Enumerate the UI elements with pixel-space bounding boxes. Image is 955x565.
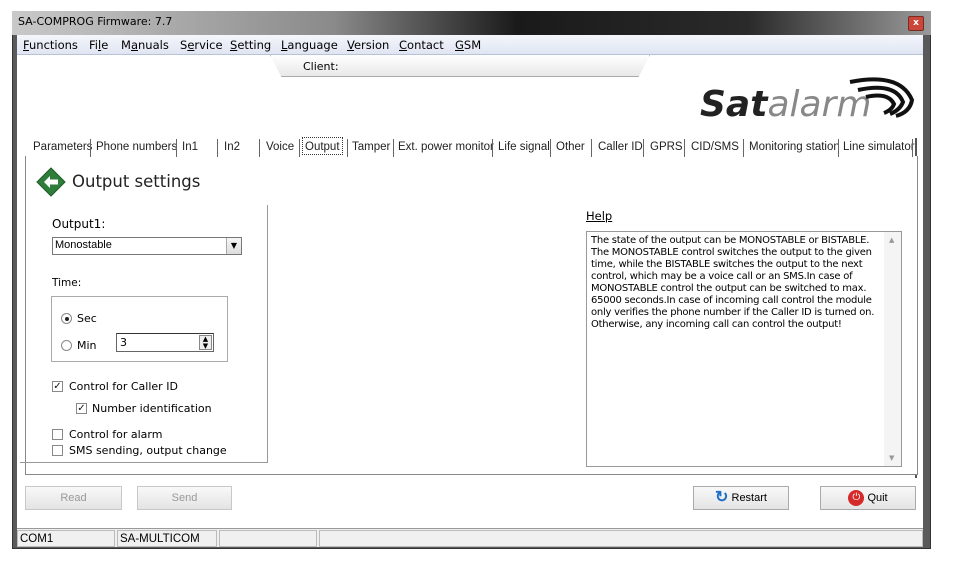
checkbox-control-alarm-label: Control for alarm: [69, 428, 163, 441]
checkbox-control-alarm[interactable]: [52, 429, 63, 440]
status-bar: COM1 SA-MULTICOM: [17, 528, 923, 547]
tab-voice[interactable]: Voice: [266, 138, 294, 157]
quit-button[interactable]: ⏻ Quit: [820, 486, 916, 510]
checkbox-sms-sending[interactable]: [52, 445, 63, 456]
tab-in2[interactable]: In2: [224, 138, 240, 157]
scroll-down-icon[interactable]: ▼: [889, 454, 894, 462]
status-cell-4: [319, 530, 923, 547]
checkbox-control-caller-id-label: Control for Caller ID: [69, 380, 178, 393]
tab-bar: Parameters Phone numbers In1 In2 Voice O…: [28, 137, 918, 157]
time-label: Time:: [52, 277, 82, 289]
time-group: [51, 296, 228, 362]
green-arrow-left-icon[interactable]: [36, 167, 66, 197]
tab-caller-id[interactable]: Caller ID: [598, 138, 643, 157]
time-value-spinner[interactable]: 3 ▲ ▼: [116, 333, 214, 352]
menu-setting[interactable]: Setting: [230, 38, 271, 52]
status-port: COM1: [17, 530, 115, 547]
tab-monitoring-station[interactable]: Monitoring station: [749, 138, 840, 157]
read-button[interactable]: Read: [25, 486, 122, 510]
tab-tamper[interactable]: Tamper: [352, 138, 390, 157]
radio-min[interactable]: [61, 340, 72, 351]
send-button[interactable]: Send: [137, 486, 232, 510]
scroll-up-icon[interactable]: ▲: [889, 236, 894, 244]
power-icon: ⏻: [848, 490, 865, 507]
help-text: The state of the output can be MONOSTABL…: [591, 235, 875, 330]
checkbox-number-identification-label: Number identification: [92, 402, 212, 415]
menu-manuals[interactable]: Manuals: [121, 38, 169, 52]
tab-parameters[interactable]: Parameters: [33, 138, 92, 157]
status-device: SA-MULTICOM: [117, 530, 217, 547]
radio-sec[interactable]: [61, 313, 72, 324]
tab-in1[interactable]: In1: [182, 138, 198, 157]
page-title: Output settings: [72, 172, 201, 191]
restart-label: Restart: [731, 492, 767, 504]
help-textbox[interactable]: The state of the output can be MONOSTABL…: [586, 231, 902, 467]
menu-contact[interactable]: Contact: [399, 38, 444, 52]
help-label: Help: [586, 209, 613, 223]
satalarm-logo: Satalarm: [700, 70, 920, 130]
quit-label: Quit: [867, 492, 888, 504]
restart-icon: ↻: [715, 489, 729, 507]
menu-functions[interactable]: Functions: [23, 38, 78, 52]
chevron-down-icon[interactable]: ▼: [226, 238, 241, 254]
tab-gprs[interactable]: GPRS: [650, 138, 683, 157]
close-icon[interactable]: x: [908, 16, 924, 31]
menu-language[interactable]: Language: [281, 38, 338, 52]
output1-label: Output1:: [52, 217, 106, 231]
window-title: SA-COMPROG Firmware: 7.7: [18, 15, 173, 28]
tab-other[interactable]: Other: [556, 138, 585, 157]
checkbox-sms-sending-label: SMS sending, output change: [69, 444, 227, 457]
spinner-arrows-icon[interactable]: ▲ ▼: [199, 335, 212, 350]
tab-phone-numbers[interactable]: Phone numbers: [96, 138, 177, 157]
tab-line-simulator[interactable]: Line simulator: [843, 138, 915, 157]
checkbox-number-identification[interactable]: ✓: [76, 403, 87, 414]
svg-text:Satalarm: Satalarm: [700, 84, 871, 125]
restart-button[interactable]: ↻ Restart: [693, 486, 789, 510]
tab-life-signal[interactable]: Life signal: [498, 138, 550, 157]
radio-sec-label: Sec: [77, 312, 97, 325]
output-mode-value: Monostable: [55, 239, 112, 251]
menu-service[interactable]: Service: [180, 38, 223, 52]
menu-version[interactable]: Version: [347, 38, 389, 52]
menu-gsm[interactable]: GSM: [455, 38, 481, 52]
tab-cid-sms[interactable]: CID/SMS: [691, 138, 739, 157]
checkbox-control-caller-id[interactable]: ✓: [52, 381, 63, 392]
client-label: Client:: [303, 60, 339, 73]
help-scrollbar[interactable]: ▲ ▼: [884, 232, 901, 466]
menu-file[interactable]: File: [89, 38, 108, 52]
status-cell-3: [219, 530, 317, 547]
menu-bar: Functions File Manuals Service Setting L…: [17, 35, 923, 55]
output-mode-select[interactable]: Monostable ▼: [52, 237, 242, 255]
radio-min-label: Min: [77, 339, 97, 352]
time-value: 3: [120, 336, 127, 349]
tab-ext-power-monitor[interactable]: Ext. power monitor: [398, 138, 494, 157]
title-bar[interactable]: SA-COMPROG Firmware: 7.7 x: [12, 11, 931, 35]
tab-output[interactable]: Output: [302, 137, 343, 155]
